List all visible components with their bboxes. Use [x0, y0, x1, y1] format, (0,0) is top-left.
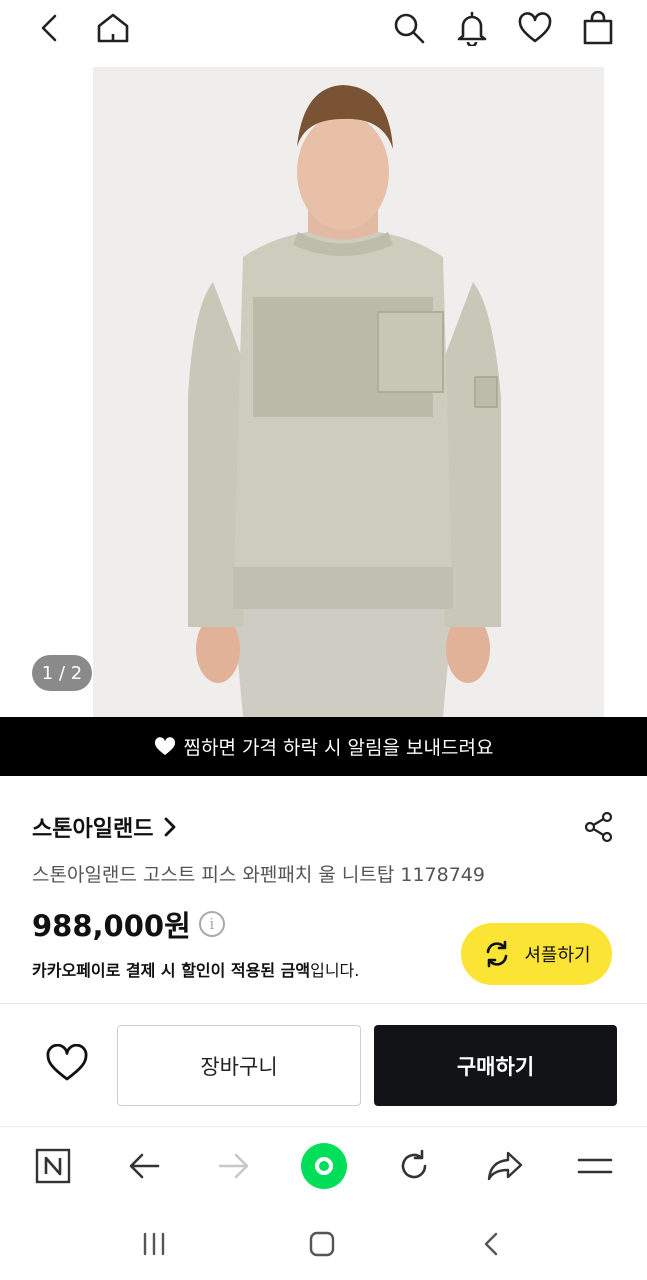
home-icon[interactable] — [93, 8, 133, 48]
chevron-right-icon — [163, 816, 177, 838]
shuffle-button[interactable]: 셔플하기 — [461, 923, 612, 985]
brand-name: 스톤아일랜드 — [32, 817, 154, 842]
menu-icon[interactable] — [572, 1143, 618, 1189]
add-to-cart-button[interactable]: 장바구니 — [117, 1025, 361, 1106]
divider — [0, 1003, 647, 1004]
kakao-discount-note: 카카오페이로 결제 시 할인이 적용된 금액입니다. — [32, 957, 359, 981]
recent-apps-icon[interactable] — [134, 1224, 174, 1264]
refresh-arrows-icon — [482, 939, 512, 969]
kakao-note-rest: 입니다. — [310, 961, 360, 980]
bell-icon[interactable] — [452, 8, 492, 48]
price-alert-text: 찜하면 가격 하락 시 알림을 보내드려요 — [183, 737, 494, 759]
search-icon[interactable] — [389, 8, 429, 48]
top-bar — [0, 0, 647, 58]
browser-forward-icon[interactable] — [211, 1143, 257, 1189]
price-alert-banner[interactable]: 찜하면 가격 하락 시 알림을 보내드려요 — [0, 717, 647, 776]
heart-filled-icon — [154, 736, 176, 757]
reload-icon[interactable] — [391, 1143, 437, 1189]
shopping-bag-icon[interactable] — [578, 8, 618, 48]
info-icon[interactable]: i — [198, 911, 225, 937]
wishlist-heart-icon[interactable] — [40, 1036, 94, 1090]
green-dot-icon[interactable] — [301, 1143, 347, 1189]
brand-link[interactable]: 스톤아일랜드 — [32, 810, 177, 844]
share-arrow-icon[interactable] — [482, 1143, 528, 1189]
nav-back-icon[interactable] — [471, 1224, 511, 1264]
product-price: 988,000원 — [32, 909, 191, 943]
product-image[interactable] — [93, 67, 604, 717]
browser-toolbar — [0, 1126, 647, 1206]
image-page-counter: 1 / 2 — [32, 655, 92, 691]
product-title: 스톤아일랜드 고스트 피스 와펜패치 울 니트탑 1178749 — [32, 864, 485, 886]
price-row: 988,000원 i — [32, 903, 225, 945]
naver-n-icon[interactable] — [30, 1143, 76, 1189]
home-square-icon[interactable] — [302, 1224, 342, 1264]
share-icon[interactable] — [580, 808, 618, 846]
kakao-note-bold: 카카오페이로 결제 시 할인이 적용된 금액 — [32, 961, 311, 980]
browser-back-icon[interactable] — [121, 1143, 167, 1189]
buy-now-button[interactable]: 구매하기 — [374, 1025, 617, 1106]
shuffle-label: 셔플하기 — [524, 945, 591, 966]
heart-icon[interactable] — [515, 8, 555, 48]
android-navigation-bar — [0, 1206, 647, 1280]
back-icon[interactable] — [30, 8, 70, 48]
